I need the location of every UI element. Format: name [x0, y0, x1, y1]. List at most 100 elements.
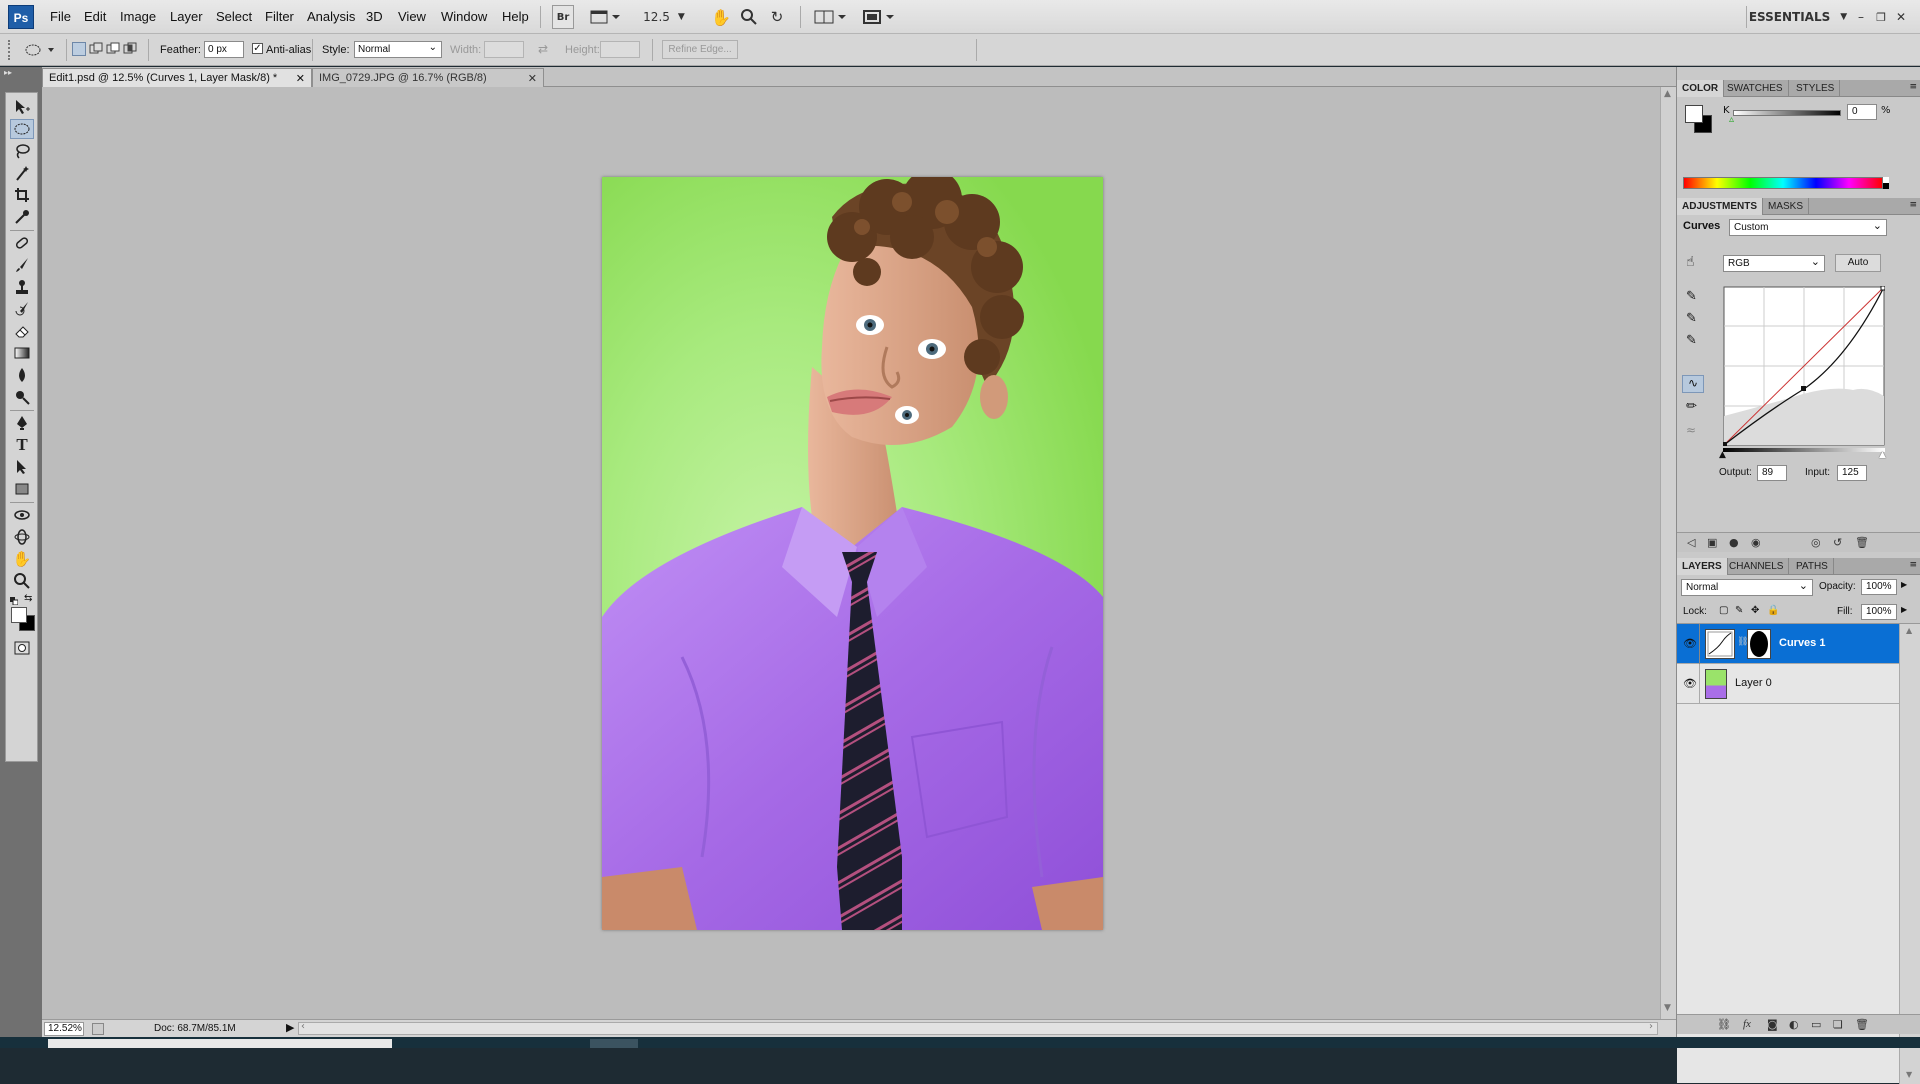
style-select[interactable]: Normal ⌄	[354, 41, 442, 58]
tab-color[interactable]: COLOR	[1677, 80, 1725, 97]
tab-masks[interactable]: MASKS	[1763, 198, 1810, 215]
menu-filter[interactable]: Filter	[265, 9, 294, 24]
screen-mode-button[interactable]	[860, 5, 896, 29]
elliptical-marquee-tool-icon[interactable]	[10, 119, 34, 139]
blur-tool-icon[interactable]	[10, 365, 34, 385]
zoom-tool-icon[interactable]	[738, 5, 760, 29]
auto-button[interactable]: Auto	[1835, 254, 1881, 272]
lock-pixels-icon[interactable]: ✎	[1735, 605, 1743, 616]
layer-style-icon[interactable]: fx	[1743, 1018, 1751, 1030]
curves-preset-select[interactable]: Custom	[1729, 219, 1887, 236]
white-slider-icon[interactable]: ▲	[1879, 450, 1886, 460]
add-to-selection-icon[interactable]	[89, 42, 103, 56]
white-point-eyedropper-icon[interactable]: ✎	[1686, 333, 1697, 348]
k-value-input[interactable]: 0	[1847, 104, 1877, 120]
tool-preset-picker[interactable]	[24, 42, 58, 58]
close-icon[interactable]: ✕	[296, 72, 305, 85]
panel-menu-icon[interactable]: ≡	[1909, 560, 1917, 570]
hand-tool-icon[interactable]: ✋	[710, 5, 732, 29]
tab-paths[interactable]: PATHS	[1791, 558, 1834, 575]
swap-colors-icon[interactable]: ⇆	[24, 593, 32, 604]
color-foreground-swatch[interactable]	[1685, 105, 1703, 123]
lock-transparency-icon[interactable]: ▢	[1719, 605, 1728, 616]
layer-row-curves-1[interactable]: 👁 ⛓ Curves 1	[1677, 624, 1899, 664]
curves-graph[interactable]	[1723, 285, 1886, 446]
visibility-toggle-icon[interactable]: ◉	[1751, 536, 1761, 549]
taskbar-item[interactable]	[590, 1039, 638, 1048]
eye-icon[interactable]: 👁	[1683, 637, 1697, 650]
scroll-right-icon[interactable]: ›	[1649, 1021, 1653, 1032]
lock-all-icon[interactable]: 🔒	[1767, 605, 1779, 616]
tab-img0729-jpg[interactable]: IMG_0729.JPG @ 16.7% (RGB/8) ✕	[312, 68, 544, 87]
tab-adjustments[interactable]: ADJUSTMENTS	[1677, 198, 1764, 215]
channel-select[interactable]: RGB	[1723, 255, 1825, 272]
fill-arrow-icon[interactable]: ▶	[1901, 605, 1907, 614]
link-layers-icon[interactable]: ⛓	[1717, 1018, 1731, 1031]
status-preview-icon[interactable]	[92, 1023, 104, 1035]
scroll-up-icon[interactable]: ▲	[1906, 626, 1912, 635]
black-slider-icon[interactable]: ▲	[1719, 450, 1726, 460]
dodge-tool-icon[interactable]	[10, 387, 34, 407]
gradient-tool-icon[interactable]	[10, 343, 34, 363]
zoom-percent-field[interactable]: 12.52%	[44, 1022, 84, 1036]
intersect-selection-icon[interactable]	[123, 42, 137, 56]
curve-pencil-icon[interactable]: ✏	[1686, 399, 1697, 414]
brush-tool-icon[interactable]	[10, 255, 34, 275]
scroll-down-icon[interactable]: ▼	[1906, 1070, 1912, 1079]
arrange-documents-button[interactable]	[812, 5, 848, 29]
clip-layer-icon[interactable]: ●	[1729, 536, 1739, 549]
layer-mask-thumbnail[interactable]	[1747, 629, 1771, 659]
minimize-icon[interactable]: –	[1852, 5, 1870, 29]
blend-mode-select[interactable]: Normal	[1681, 579, 1813, 596]
slider-thumb-icon[interactable]: ▵	[1729, 114, 1734, 125]
workspace-switcher[interactable]: ESSENTIALS ▼	[1749, 5, 1847, 29]
tab-layers[interactable]: LAYERS	[1677, 558, 1728, 575]
magic-wand-tool-icon[interactable]	[10, 163, 34, 183]
menu-window[interactable]: Window	[441, 9, 487, 24]
menu-help[interactable]: Help	[502, 9, 529, 24]
zoom-level-dropdown[interactable]: 12.5 ▼	[642, 5, 686, 29]
eraser-tool-icon[interactable]	[10, 321, 34, 341]
scroll-up-icon[interactable]: ▲	[1664, 89, 1671, 99]
taskbar-item[interactable]	[48, 1039, 392, 1048]
eyedropper-tool-icon[interactable]	[10, 207, 34, 227]
opacity-input[interactable]: 100%	[1861, 579, 1897, 595]
panel-menu-icon[interactable]: ≡	[1909, 200, 1917, 210]
input-value-input[interactable]: 125	[1837, 465, 1867, 481]
crop-tool-icon[interactable]	[10, 185, 34, 205]
rectangle-tool-icon[interactable]	[10, 479, 34, 499]
scroll-down-icon[interactable]: ▼	[1664, 1003, 1671, 1013]
fill-input[interactable]: 100%	[1861, 604, 1897, 620]
tab-styles[interactable]: STYLES	[1791, 80, 1841, 97]
lasso-tool-icon[interactable]	[10, 141, 34, 161]
history-brush-tool-icon[interactable]	[10, 299, 34, 319]
view-extras-button[interactable]	[588, 5, 622, 29]
menu-3d[interactable]: 3D	[366, 9, 383, 24]
menu-file[interactable]: File	[50, 9, 71, 24]
new-layer-icon[interactable]: ❏	[1833, 1018, 1843, 1031]
menu-edit[interactable]: Edit	[84, 9, 106, 24]
rotate-view-icon[interactable]: ↻	[766, 5, 788, 29]
3d-rotate-tool-icon[interactable]	[10, 505, 34, 525]
tab-channels[interactable]: CHANNELS	[1724, 558, 1790, 575]
delete-layer-icon[interactable]: 🗑	[1855, 1018, 1869, 1031]
scroll-left-icon[interactable]: ‹	[301, 1021, 305, 1032]
default-colors-icon[interactable]	[10, 595, 19, 606]
restore-icon[interactable]: ❐	[1872, 5, 1890, 29]
curve-point-tool-icon[interactable]: ∿	[1682, 375, 1704, 393]
horizontal-scrollbar[interactable]: ‹ ›	[298, 1021, 1658, 1035]
zoom-tool-icon[interactable]	[10, 571, 34, 591]
eye-icon[interactable]: 👁	[1683, 677, 1697, 690]
clone-stamp-tool-icon[interactable]	[10, 277, 34, 297]
on-image-adjustment-icon[interactable]: ☝	[1686, 254, 1695, 270]
black-point-eyedropper-icon[interactable]: ✎	[1686, 289, 1697, 304]
bw-ramp[interactable]	[1883, 177, 1889, 189]
gray-point-eyedropper-icon[interactable]: ✎	[1686, 311, 1697, 326]
tab-edit1-psd[interactable]: Edit1.psd @ 12.5% (Curves 1, Layer Mask/…	[42, 68, 312, 87]
hand-tool-icon[interactable]: ✋	[10, 549, 34, 569]
color-spectrum-ramp[interactable]	[1683, 177, 1883, 189]
menu-analysis[interactable]: Analysis	[307, 9, 355, 24]
vertical-scrollbar[interactable]: ▲ ▼	[1660, 87, 1676, 1019]
document-image[interactable]	[602, 177, 1103, 930]
previous-state-icon[interactable]: ◎	[1811, 536, 1821, 549]
